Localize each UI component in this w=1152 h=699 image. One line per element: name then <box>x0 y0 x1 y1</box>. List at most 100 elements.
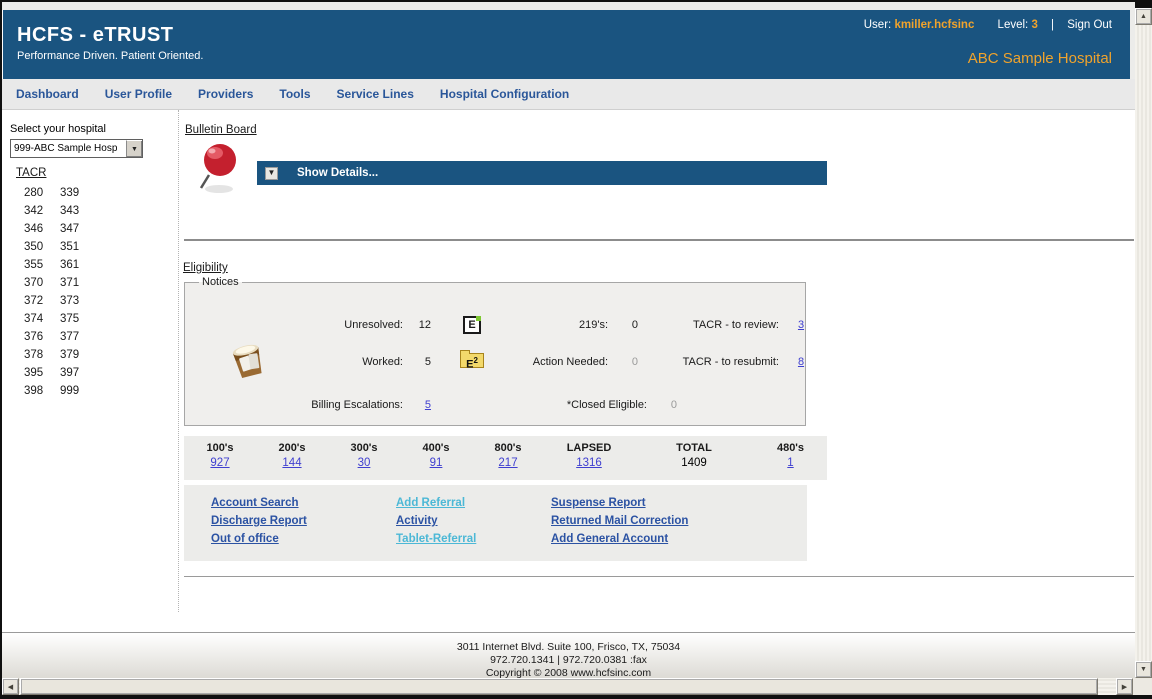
bucket-header-100s: 100's <box>184 442 256 454</box>
quick-links-column-3: Suspense ReportReturned Mail CorrectionA… <box>551 494 688 548</box>
tacr-row: 350351 <box>24 241 144 259</box>
bucket-header-total: TOTAL <box>634 442 754 454</box>
app-tagline: Performance Driven. Patient Oriented. <box>17 50 203 62</box>
worked-notice-icon: E2 <box>460 353 484 368</box>
scroll-left-icon[interactable]: ◀ <box>2 678 19 695</box>
bucket-value-link-480s[interactable]: 1 <box>787 457 793 469</box>
scroll-right-icon[interactable]: ▶ <box>1116 678 1133 695</box>
tacr-code: 280 <box>24 187 60 199</box>
quick-link-returned-mail-correction[interactable]: Returned Mail Correction <box>551 512 688 530</box>
folder-tab <box>460 350 470 354</box>
tacr-code: 355 <box>24 259 60 271</box>
tacr-table: 2803393423433463473503513553613703713723… <box>24 187 144 403</box>
tacr-row: 398999 <box>24 385 144 403</box>
tacr-row: 342343 <box>24 205 144 223</box>
quick-link-add-referral[interactable]: Add Referral <box>396 494 476 512</box>
scroll-up-icon[interactable]: ▲ <box>1135 8 1152 25</box>
bucket-header-300s: 300's <box>328 442 400 454</box>
notices-row-unresolved: Unresolved: 12 E 219's: 0 TACR - to revi… <box>251 316 823 334</box>
horizontal-scroll-thumb[interactable] <box>20 678 1098 695</box>
pushpin-icon <box>193 139 243 195</box>
bucket-value-link-200s[interactable]: 144 <box>282 457 301 469</box>
hospital-select-value: 999-ABC Sample Hosp <box>11 143 126 154</box>
nav-bar: Dashboard User Profile Providers Tools Servi… <box>2 79 1135 110</box>
tacr-code: 373 <box>60 295 96 307</box>
vertical-scrollbar[interactable]: ▲ ▼ <box>1135 8 1152 678</box>
quick-link-activity[interactable]: Activity <box>396 512 476 530</box>
quick-links-column-2: Add ReferralActivityTablet-Referral <box>396 494 476 548</box>
spacer <box>978 19 998 31</box>
main-content: Bulletin Board ▼ Show Details... Eligibi… <box>179 110 1135 632</box>
app-title: HCFS - eTRUST <box>17 24 174 47</box>
eligibility-link[interactable]: Eligibility <box>183 262 228 274</box>
bucket-header-400s: 400's <box>400 442 472 454</box>
browser-viewport: HCFS - eTRUST Performance Driven. Patien… <box>2 2 1135 695</box>
tacr-row: 372373 <box>24 295 144 313</box>
dropdown-arrow-icon[interactable]: ▼ <box>126 140 142 157</box>
scroll-down-icon[interactable]: ▼ <box>1135 661 1152 678</box>
tacr-resubmit-value-link[interactable]: 8 <box>798 356 804 368</box>
user-bar: User: kmiller.hcfsinc Level: 3 | Sign Ou… <box>864 19 1112 31</box>
bucket-header-480s: 480's <box>754 442 827 454</box>
bucket-value-cell: 1316 <box>544 454 634 469</box>
bottom-divider <box>184 576 1134 577</box>
page-footer: 3011 Internet Blvd. Suite 100, Frisco, T… <box>2 632 1135 680</box>
billing-escalations-value-link[interactable]: 5 <box>425 399 431 411</box>
tacr-row: 346347 <box>24 223 144 241</box>
nav-item-tools[interactable]: Tools <box>279 87 310 101</box>
quick-links-panel: Account SearchDischarge ReportOut of off… <box>184 485 807 561</box>
nav-item-service-lines[interactable]: Service Lines <box>337 87 414 101</box>
nav-item-hospital-configuration[interactable]: Hospital Configuration <box>440 87 569 101</box>
buckets-header-row: 100's200's300's400's800'sLAPSEDTOTAL480'… <box>184 436 827 454</box>
bucket-value-link-lapsed[interactable]: 1316 <box>576 457 602 469</box>
quick-link-out-of-office[interactable]: Out of office <box>211 530 307 548</box>
notices-row-worked: Worked: 5 E2 Action Needed: 0 TACR - to … <box>251 353 823 371</box>
tacr-review-value-link[interactable]: 3 <box>798 319 804 331</box>
unresolved-label: Unresolved: <box>251 319 403 331</box>
tacr-code: 347 <box>60 223 96 235</box>
bulletin-board-link[interactable]: Bulletin Board <box>185 124 257 136</box>
bucket-value-link-800s[interactable]: 217 <box>498 457 517 469</box>
tacr-code: 999 <box>60 385 96 397</box>
tacr-code: 339 <box>60 187 96 199</box>
username: kmiller.hcfsinc <box>894 19 974 31</box>
app-header: HCFS - eTRUST Performance Driven. Patien… <box>3 10 1130 79</box>
tacr-code: 351 <box>60 241 96 253</box>
bucket-header-lapsed: LAPSED <box>544 442 634 454</box>
worked-label: Worked: <box>251 356 403 368</box>
tacr-code: 346 <box>24 223 60 235</box>
expand-icon[interactable]: ▼ <box>265 167 278 180</box>
bucket-value-cell: 30 <box>328 454 400 469</box>
tacr-code: 370 <box>24 277 60 289</box>
nav-item-user-profile[interactable]: User Profile <box>105 87 172 101</box>
nav-item-providers[interactable]: Providers <box>198 87 253 101</box>
bucket-value-link-300s[interactable]: 30 <box>358 457 371 469</box>
bucket-value-link-400s[interactable]: 91 <box>430 457 443 469</box>
tacr-link[interactable]: TACR <box>16 167 46 179</box>
horizontal-scrollbar[interactable]: ◀ ▶ <box>2 678 1133 695</box>
sidebar: Select your hospital 999-ABC Sample Hosp… <box>2 110 178 632</box>
tacr-code: 374 <box>24 313 60 325</box>
tacr-code: 372 <box>24 295 60 307</box>
tacr-resubmit-label: TACR - to resubmit: <box>651 356 779 368</box>
action-needed-label: Action Needed: <box>503 356 608 368</box>
quick-link-tablet-referral[interactable]: Tablet-Referral <box>396 530 476 548</box>
tacr-code: 377 <box>60 331 96 343</box>
hospital-select[interactable]: 999-ABC Sample Hosp ▼ <box>10 139 143 158</box>
tacr-code: 375 <box>60 313 96 325</box>
show-details-bar[interactable]: ▼ Show Details... <box>257 161 827 185</box>
quick-link-account-search[interactable]: Account Search <box>211 494 307 512</box>
bucket-value-link-100s[interactable]: 927 <box>210 457 229 469</box>
nav-item-dashboard[interactable]: Dashboard <box>16 87 79 101</box>
sign-out-link[interactable]: Sign Out <box>1067 19 1112 31</box>
e-glyph: E <box>468 319 475 331</box>
quick-link-discharge-report[interactable]: Discharge Report <box>211 512 307 530</box>
quick-link-suspense-report[interactable]: Suspense Report <box>551 494 688 512</box>
quick-link-add-general-account[interactable]: Add General Account <box>551 530 688 548</box>
tacr-row: 395397 <box>24 367 144 385</box>
tacr-code: 376 <box>24 331 60 343</box>
unresolved-notice-icon: E <box>463 316 481 334</box>
top-margin <box>2 2 1135 10</box>
hospital-name: ABC Sample Hospital <box>968 50 1112 67</box>
icon-cell: E2 <box>441 353 503 371</box>
